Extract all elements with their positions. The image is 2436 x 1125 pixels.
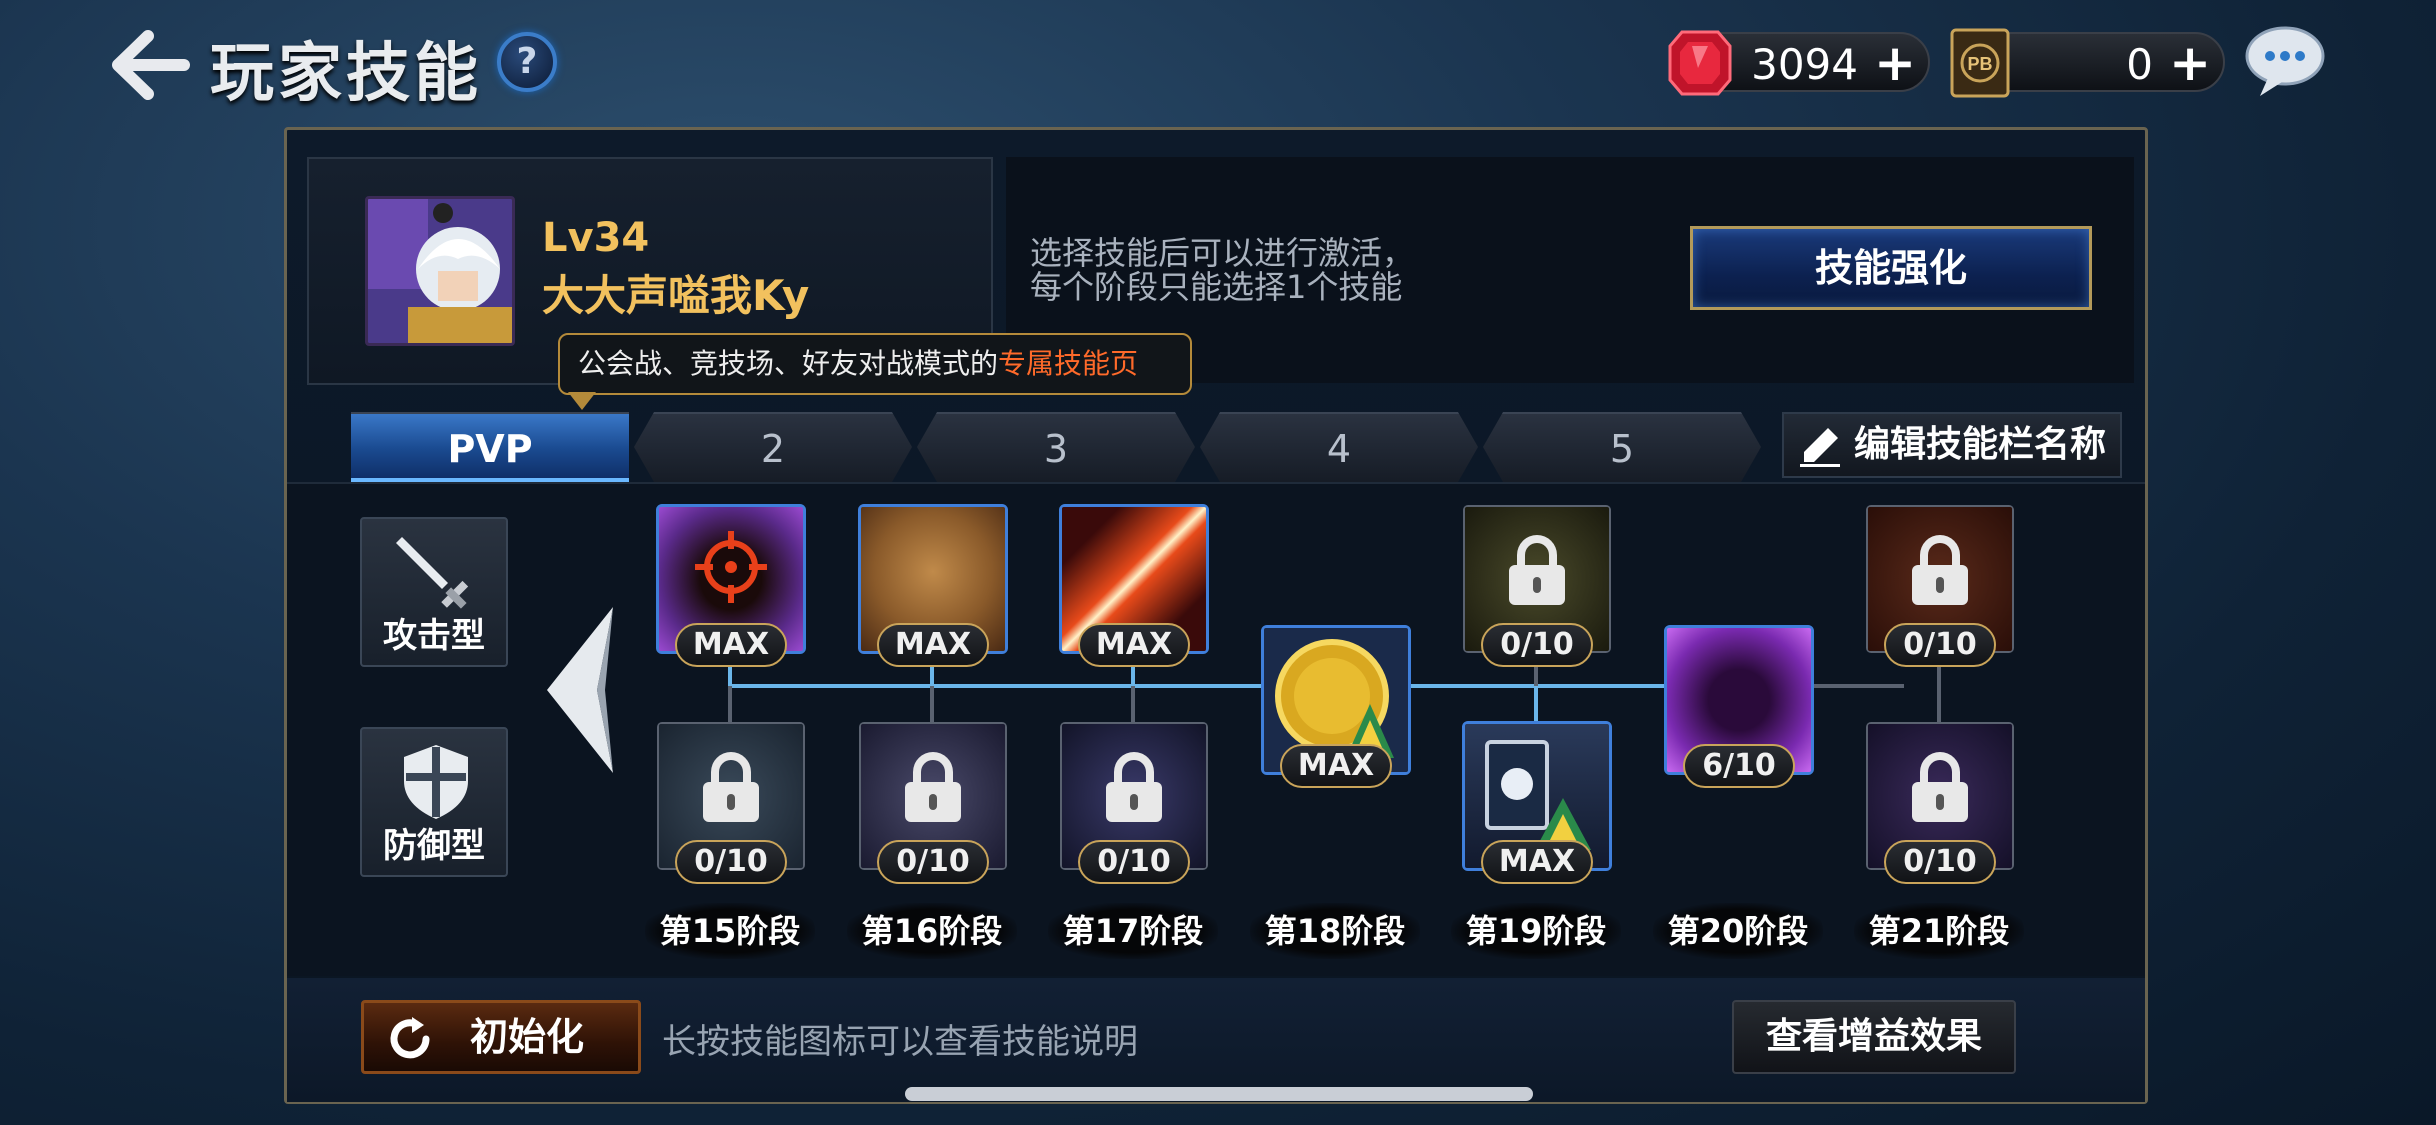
long-press-hint: 长按技能图标可以查看技能说明 bbox=[662, 1022, 1138, 1062]
stage-label-21: 第21阶段 bbox=[1854, 903, 2024, 959]
home-indicator[interactable] bbox=[905, 1087, 1533, 1101]
ruby-currency-bar: 3094 + bbox=[1668, 30, 1930, 96]
edit-page-name-label: 编辑技能栏名称 bbox=[1854, 424, 2107, 465]
attack-type-button[interactable]: 攻击型 bbox=[360, 517, 508, 667]
pvp-ticket-icon: PB bbox=[1950, 28, 2010, 98]
skill-level-badge: 6/10 bbox=[1683, 744, 1795, 788]
connector-17-down bbox=[1131, 686, 1135, 724]
help-button[interactable]: ? bbox=[497, 32, 557, 92]
player-level: Lv34 bbox=[542, 215, 650, 261]
reset-button[interactable]: 初始化 bbox=[361, 1000, 641, 1074]
tab-5[interactable]: 5 bbox=[1483, 412, 1761, 482]
tab-pvp[interactable]: PVP bbox=[351, 412, 629, 482]
stage-label-18: 第18阶段 bbox=[1250, 903, 1420, 959]
skill-level-badge: MAX bbox=[1481, 840, 1593, 884]
skill-level-badge: 0/10 bbox=[1078, 840, 1190, 884]
skill-node-19-bottom[interactable]: MAX bbox=[1462, 721, 1612, 884]
pencil-icon bbox=[1800, 428, 1840, 467]
svg-text:PB: PB bbox=[1967, 54, 1992, 74]
skill-node-21-bottom[interactable]: 0/10 bbox=[1866, 722, 2014, 884]
skill-level-badge: 0/10 bbox=[675, 840, 787, 884]
description-line-2: 每个阶段只能选择1个技能 bbox=[1030, 268, 1403, 306]
skill-node-19-top[interactable]: 0/10 bbox=[1463, 505, 1611, 667]
tooltip-tail bbox=[568, 392, 596, 410]
skill-node-16-top[interactable]: MAX bbox=[858, 504, 1008, 667]
skill-level-badge: MAX bbox=[675, 623, 787, 667]
defense-type-label: 防御型 bbox=[383, 826, 485, 866]
skill-level-badge: 0/10 bbox=[877, 840, 989, 884]
sword-icon bbox=[396, 537, 469, 609]
connector-15-down bbox=[728, 686, 732, 724]
add-ruby-button[interactable]: + bbox=[1874, 36, 1916, 90]
tab-3[interactable]: 3 bbox=[917, 412, 1195, 482]
shield-icon bbox=[404, 745, 468, 819]
stage-label-16: 第16阶段 bbox=[847, 903, 1017, 959]
stage-label-17: 第17阶段 bbox=[1048, 903, 1218, 959]
card-icon bbox=[1485, 740, 1591, 850]
lock-icon bbox=[1912, 752, 1968, 822]
skill-enhance-button[interactable]: 技能强化 bbox=[1690, 226, 2092, 310]
connector-16-down bbox=[930, 686, 934, 724]
stage-label-15: 第15阶段 bbox=[645, 903, 815, 959]
ticket-currency-bar: PB 0 + bbox=[1950, 28, 2225, 98]
ruby-gem-icon bbox=[1668, 30, 1732, 96]
chevron-left-icon[interactable] bbox=[545, 605, 615, 775]
skill-level-badge: MAX bbox=[1078, 623, 1190, 667]
lock-icon bbox=[1509, 535, 1565, 605]
chat-bubble-icon[interactable] bbox=[2242, 24, 2328, 98]
player-avatar[interactable] bbox=[365, 196, 515, 346]
lock-icon bbox=[703, 752, 759, 822]
skill-node-18[interactable]: MAX bbox=[1261, 625, 1411, 788]
page-title: 玩家技能 bbox=[210, 37, 482, 111]
connector-main bbox=[728, 684, 1789, 688]
tooltip-text: 公会战、竞技场、好友对战模式的 bbox=[578, 347, 999, 380]
defense-type-button[interactable]: 防御型 bbox=[360, 727, 508, 877]
skill-node-17-bottom[interactable]: 0/10 bbox=[1060, 722, 1208, 884]
player-name: 大大声嗌我Ky bbox=[542, 271, 810, 320]
ticket-count: 0 bbox=[2126, 40, 2153, 89]
stage-label-20: 第20阶段 bbox=[1653, 903, 1823, 959]
tab-2[interactable]: 2 bbox=[634, 412, 912, 482]
pvp-tooltip: 公会战、竞技场、好友对战模式的专属技能页 bbox=[558, 333, 1192, 395]
reset-label: 初始化 bbox=[470, 1015, 585, 1059]
target-crosshair-icon bbox=[695, 531, 767, 603]
view-buff-button[interactable]: 查看增益效果 bbox=[1732, 1000, 2016, 1074]
skill-node-15-top[interactable]: MAX bbox=[656, 504, 806, 667]
lock-icon bbox=[905, 752, 961, 822]
skill-level-badge: MAX bbox=[1280, 744, 1392, 788]
ruby-count: 3094 bbox=[1751, 40, 1858, 89]
add-ticket-button[interactable]: + bbox=[2169, 36, 2211, 90]
refresh-icon bbox=[390, 1017, 430, 1059]
stage-label-19: 第19阶段 bbox=[1451, 903, 1621, 959]
edit-page-name-button[interactable]: 编辑技能栏名称 bbox=[1782, 412, 2122, 478]
skill-node-15-bottom[interactable]: 0/10 bbox=[657, 722, 805, 884]
skill-node-16-bottom[interactable]: 0/10 bbox=[859, 722, 1007, 884]
tab-4[interactable]: 4 bbox=[1200, 412, 1478, 482]
skill-level-badge: 0/10 bbox=[1884, 840, 1996, 884]
skill-node-17-top[interactable]: MAX bbox=[1059, 504, 1209, 667]
lock-icon bbox=[1106, 752, 1162, 822]
skill-level-badge: 0/10 bbox=[1481, 623, 1593, 667]
tooltip-highlight: 专属技能页 bbox=[998, 347, 1139, 380]
connector-19-down bbox=[1534, 686, 1538, 724]
skill-level-badge: MAX bbox=[877, 623, 989, 667]
skill-node-20[interactable]: 6/10 bbox=[1664, 625, 1814, 788]
lock-icon bbox=[1912, 535, 1968, 605]
back-arrow-icon[interactable] bbox=[110, 30, 190, 100]
skill-node-21-top[interactable]: 0/10 bbox=[1866, 505, 2014, 667]
attack-type-label: 攻击型 bbox=[383, 616, 485, 656]
skill-level-badge: 0/10 bbox=[1884, 623, 1996, 667]
